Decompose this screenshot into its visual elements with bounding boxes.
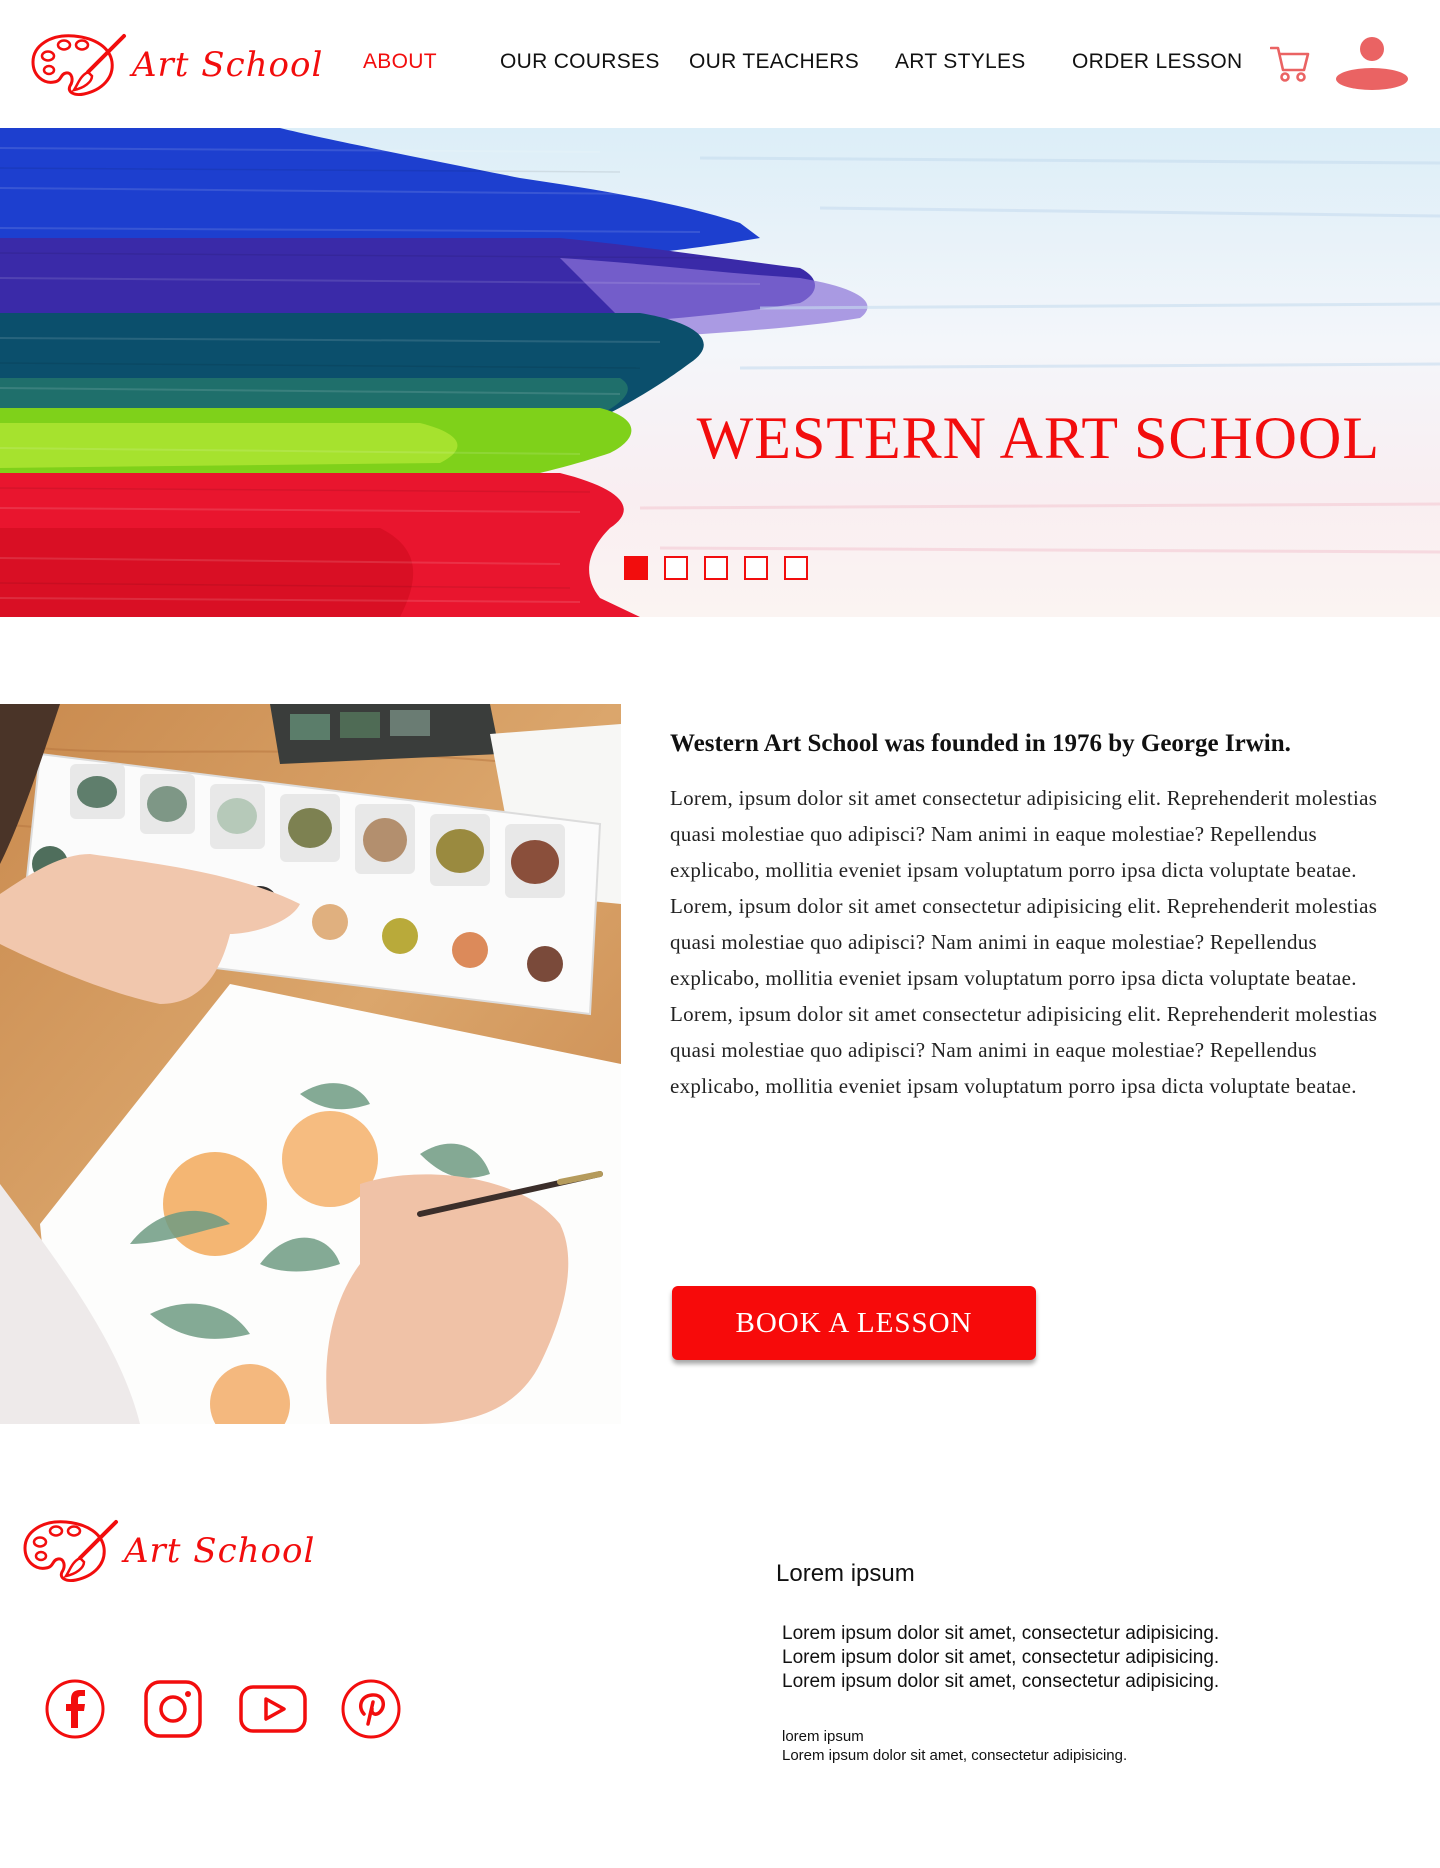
- footer-brand-name: Art School: [124, 1531, 316, 1571]
- footer-line-3: Lorem ipsum dolor sit amet, consectetur …: [782, 1671, 1220, 1692]
- carousel-dot-5[interactable]: [784, 556, 808, 580]
- footer-heading: Lorem ipsum: [776, 1560, 915, 1587]
- footer-line-2: Lorem ipsum dolor sit amet, consectetur …: [782, 1647, 1220, 1668]
- nav-item-our-teachers[interactable]: OUR TEACHERS: [689, 50, 859, 74]
- about-paragraph-1: Lorem, ipsum dolor sit amet consectetur …: [670, 786, 1378, 882]
- nav-item-art-styles[interactable]: ART STYLES: [895, 50, 1026, 74]
- brand-name: Art School: [132, 45, 324, 85]
- book-lesson-button[interactable]: BOOK A LESSON: [672, 1286, 1036, 1360]
- hero-banner: WESTERN ART SCHOOL: [0, 128, 1440, 617]
- user-icon[interactable]: [1335, 36, 1409, 90]
- about-heading: Western Art School was founded in 1976 b…: [670, 730, 1291, 757]
- carousel-dots: [624, 556, 808, 580]
- about-paragraph-2: Lorem, ipsum dolor sit amet consectetur …: [670, 894, 1378, 990]
- watercolor-painting-photo: [0, 704, 621, 1424]
- palette-icon: [23, 1520, 118, 1582]
- carousel-dot-2[interactable]: [664, 556, 688, 580]
- instagram-icon[interactable]: [142, 1678, 204, 1740]
- footer-small-block: lorem ipsum Lorem ipsum dolor sit amet, …: [782, 1727, 1127, 1765]
- carousel-dot-3[interactable]: [704, 556, 728, 580]
- header-logo[interactable]: Art School: [30, 32, 323, 98]
- about-paragraph-3: Lorem, ipsum dolor sit amet consectetur …: [670, 1002, 1378, 1098]
- nav-item-about[interactable]: ABOUT: [363, 50, 437, 74]
- footer-small-title: lorem ipsum: [782, 1728, 864, 1745]
- hero-paint-strokes-image: [0, 128, 1440, 617]
- footer-line-1: Lorem ipsum dolor sit amet, consectetur …: [782, 1623, 1220, 1644]
- hero-title: WESTERN ART SCHOOL: [696, 405, 1380, 471]
- palette-icon: [31, 34, 126, 96]
- footer-lines: Lorem ipsum dolor sit amet, consectetur …: [782, 1622, 1219, 1694]
- footer-small-line: Lorem ipsum dolor sit amet, consectetur …: [782, 1747, 1128, 1764]
- cart-icon[interactable]: [1270, 44, 1310, 82]
- facebook-icon[interactable]: [44, 1678, 106, 1740]
- footer-logo[interactable]: Art School: [22, 1518, 315, 1584]
- about-text-block: Western Art School was founded in 1976 b…: [670, 730, 1390, 1104]
- carousel-dot-1[interactable]: [624, 556, 648, 580]
- youtube-icon[interactable]: [238, 1678, 308, 1740]
- nav-item-order-lesson[interactable]: ORDER LESSON: [1072, 50, 1242, 74]
- pinterest-icon[interactable]: [340, 1678, 402, 1740]
- nav-item-our-courses[interactable]: OUR COURSES: [500, 50, 660, 74]
- site-header: Art School ABOUT OUR COURSES OUR TEACHER…: [0, 0, 1440, 128]
- carousel-dot-4[interactable]: [744, 556, 768, 580]
